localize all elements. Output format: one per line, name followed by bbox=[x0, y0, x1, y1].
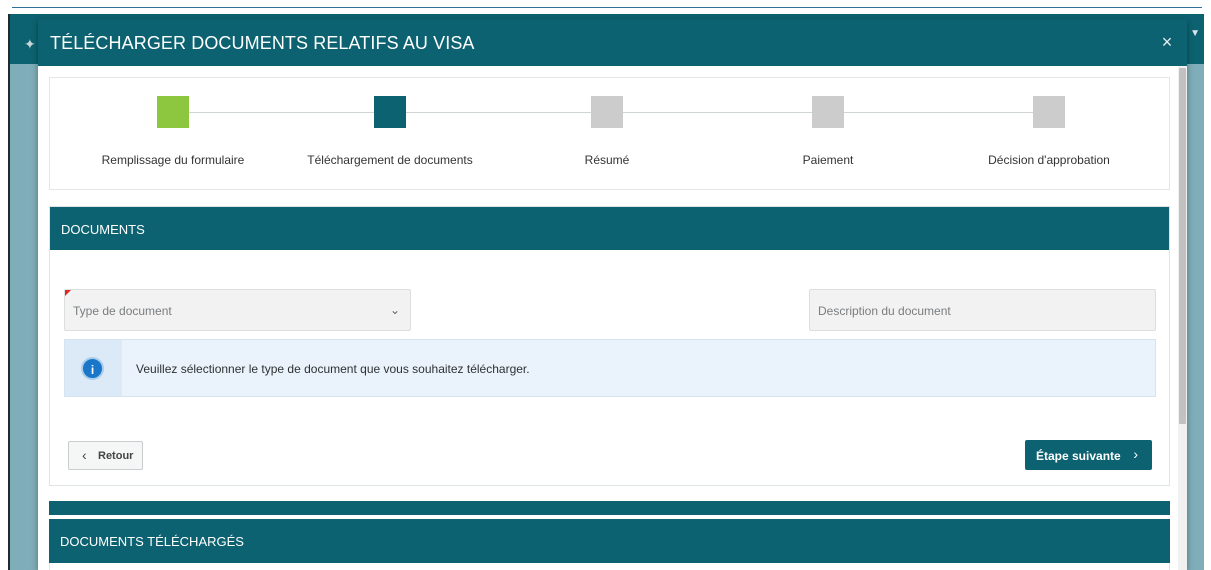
document-description-input[interactable]: Description du document bbox=[809, 289, 1156, 331]
back-button-label: Retour bbox=[98, 450, 134, 462]
progress-stepper: Remplissage du formulaire Téléchargement… bbox=[49, 77, 1170, 190]
upload-modal: TÉLÉCHARGER DOCUMENTS RELATIFS AU VISA ×… bbox=[38, 19, 1187, 570]
background-logo-icon: ✦ bbox=[24, 36, 36, 52]
step-form-filling: Remplissage du formulaire bbox=[63, 78, 283, 191]
step-summary: Résumé bbox=[497, 78, 717, 191]
background-caret-icon: ▼ bbox=[1190, 28, 1200, 39]
document-description-placeholder: Description du document bbox=[818, 304, 951, 318]
chevron-left-icon: ‹ bbox=[82, 447, 87, 463]
info-icon: i bbox=[81, 357, 104, 380]
scrollbar-thumb[interactable] bbox=[1179, 68, 1186, 424]
next-step-button[interactable]: Étape suivante › bbox=[1025, 440, 1152, 470]
modal-header: TÉLÉCHARGER DOCUMENTS RELATIFS AU VISA × bbox=[38, 19, 1187, 66]
chevron-down-icon: ⌄ bbox=[389, 303, 400, 317]
chevron-right-icon: › bbox=[1133, 446, 1138, 462]
step-indicator-pending bbox=[591, 96, 623, 128]
step-label: Remplissage du formulaire bbox=[101, 153, 245, 167]
step-document-upload: Téléchargement de documents bbox=[280, 78, 500, 191]
step-label: Décision d'approbation bbox=[988, 153, 1110, 167]
step-approval-decision: Décision d'approbation bbox=[939, 78, 1159, 191]
info-message: Veuillez sélectionner le type de documen… bbox=[136, 362, 530, 376]
step-indicator-pending bbox=[812, 96, 844, 128]
step-label: Téléchargement de documents bbox=[307, 153, 473, 167]
uploaded-documents-header: DOCUMENTS TÉLÉCHARGÉS bbox=[49, 519, 1170, 563]
documents-header: DOCUMENTS bbox=[50, 207, 1169, 250]
step-indicator-current bbox=[374, 96, 406, 128]
required-marker bbox=[65, 290, 71, 296]
screen: ✦ ▼ TÉLÉCHARGER DOCUMENTS RELATIFS AU VI… bbox=[0, 0, 1211, 570]
info-alert-icon-area: i bbox=[65, 340, 122, 396]
modal-title: TÉLÉCHARGER DOCUMENTS RELATIFS AU VISA bbox=[50, 33, 475, 53]
collapsed-section-bar bbox=[49, 501, 1170, 515]
document-type-value: Type de document bbox=[73, 304, 172, 318]
step-label: Résumé bbox=[584, 153, 630, 167]
next-step-label: Étape suivante bbox=[1036, 449, 1121, 463]
step-label: Paiement bbox=[802, 153, 854, 167]
back-button[interactable]: ‹ Retour bbox=[68, 441, 143, 470]
top-rule bbox=[12, 7, 1202, 8]
step-indicator-pending bbox=[1033, 96, 1065, 128]
close-icon[interactable]: × bbox=[1159, 33, 1175, 51]
step-indicator-done bbox=[157, 96, 189, 128]
modal-scrollbar[interactable] bbox=[1178, 66, 1187, 570]
info-alert: i Veuillez sélectionner le type de docum… bbox=[64, 339, 1156, 397]
uploaded-documents-body bbox=[49, 563, 1170, 570]
documents-panel: DOCUMENTS Type de document ⌄ Description… bbox=[49, 206, 1170, 486]
document-type-select[interactable]: Type de document ⌄ bbox=[64, 289, 411, 331]
step-payment: Paiement bbox=[718, 78, 938, 191]
